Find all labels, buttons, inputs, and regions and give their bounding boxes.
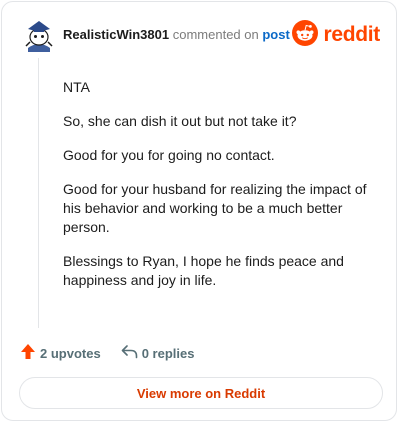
comment-paragraph: Good for you for going no contact. xyxy=(63,147,275,163)
post-link[interactable]: post xyxy=(262,27,289,42)
comment-embed-card: RealisticWin3801 commented on post reddi… xyxy=(1,1,397,421)
comment-paragraph: So, she can dish it out but not take it? xyxy=(63,113,297,129)
thread-line xyxy=(38,58,39,328)
reddit-brand[interactable]: reddit xyxy=(292,19,380,51)
view-more-button[interactable]: View more on Reddit xyxy=(19,377,383,409)
comment-header: RealisticWin3801 commented on post reddi… xyxy=(22,18,380,52)
upvote-button[interactable]: 2 upvotes xyxy=(20,343,101,363)
commented-on-text: commented on xyxy=(172,27,259,42)
reply-count: 0 replies xyxy=(141,345,195,361)
upvote-arrow-icon xyxy=(20,343,40,363)
comment-actions: 2 upvotes 0 replies xyxy=(20,344,194,362)
comment-body: NTA So, she can dish it out but not take… xyxy=(63,78,383,305)
reply-button[interactable]: 0 replies xyxy=(121,344,195,362)
upvote-count: 2 upvotes xyxy=(40,345,101,361)
comment-paragraph: Blessings to Ryan, I hope he finds peace… xyxy=(63,253,344,288)
comment-paragraph: NTA xyxy=(63,79,90,95)
user-avatar-icon[interactable] xyxy=(22,18,56,52)
username-link[interactable]: RealisticWin3801 xyxy=(63,27,169,42)
reddit-wordmark: reddit xyxy=(323,23,380,46)
reddit-logo-icon xyxy=(292,19,319,51)
comment-paragraph: Good for your husband for realizing the … xyxy=(63,181,367,235)
reply-arrow-icon xyxy=(121,344,142,362)
comment-meta: RealisticWin3801 commented on post xyxy=(63,27,290,43)
